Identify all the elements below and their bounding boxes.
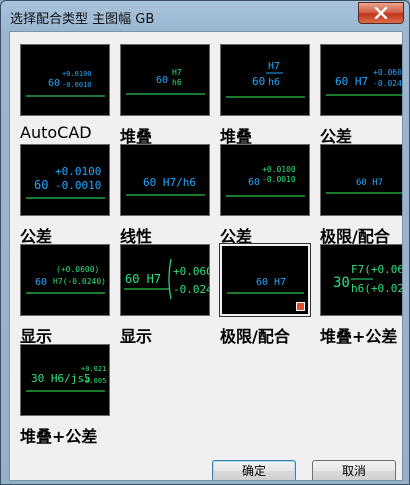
preview-main-text: 60 H7 (335, 75, 368, 88)
fit-style-preview: 60 +0.0100 -0.0010 (20, 144, 110, 216)
fit-style-option[interactable]: 60 H7 +0.0600 -0.0240 公差 (320, 44, 403, 146)
fit-style-preview: 60 H7/h6 (120, 144, 210, 216)
fit-style-option[interactable]: 60 H7 h6 堆叠 (220, 44, 320, 146)
preview-upper-text: H7 (172, 68, 182, 77)
preview-main-text: 60 (34, 178, 48, 192)
preview-main-text: 60 (252, 75, 265, 88)
close-icon (374, 7, 388, 19)
fit-style-label: 显示 (120, 327, 153, 346)
preview-upper-text: +0.0600 (173, 265, 209, 278)
preview-lower-text: -0.0010 (55, 179, 101, 192)
fit-style-option[interactable]: 60 H7 极限/配合 (219, 243, 320, 346)
preview-upper-text: +0.021 (81, 365, 106, 373)
dialog-window: 选择配合类型 主图幅 GB 60 +0.0100 -0.0010 AutoCAD (0, 0, 410, 485)
fit-style-preview: 60 (+0.0600) H7(-0.0240) (20, 244, 110, 316)
preview-upper-text: F7(+0.066) (351, 263, 403, 276)
cancel-button[interactable]: 取消 (312, 460, 396, 480)
preview-main-text: 60 H7 (256, 277, 286, 288)
fit-style-preview-selected: 60 H7 (219, 243, 311, 317)
preview-main-text: 60 (48, 78, 60, 89)
preview-lower-text: h6(+0.025) (351, 282, 403, 295)
fit-style-option[interactable]: 30 H6/js5 +0.021 -0.005 堆叠+公差 (20, 344, 120, 446)
fit-style-option[interactable]: 60 +0.0100 -0.0010 AutoCAD (20, 44, 120, 144)
fit-style-preview: 30 H6/js5 +0.021 -0.005 (20, 344, 110, 416)
fit-style-preview: 60 +0.0100 -0.0010 (220, 144, 310, 216)
preview-upper-text: +0.0100 (62, 70, 92, 78)
window-title: 选择配合类型 主图幅 GB (10, 12, 155, 27)
fit-style-preview: 60 H7 h6 (120, 44, 210, 116)
title-bar[interactable]: 选择配合类型 主图幅 GB (1, 1, 409, 31)
preview-main-text: 60 (35, 277, 47, 288)
preview-upper-text: (+0.0600) (56, 265, 99, 274)
preview-main-text: 60 (156, 75, 168, 86)
preview-lower-text: -0.0010 (262, 175, 296, 184)
fit-style-preview: 60 H7 (320, 144, 402, 216)
fit-style-option[interactable]: 60 H7 +0.0600 -0.0240 显示 (120, 244, 220, 346)
preview-upper-text: H7 (268, 61, 280, 72)
preview-lower-text: -0.0240 (373, 79, 403, 88)
preview-lower-text: -0.0010 (62, 81, 92, 89)
preview-main-text: 60 H7 (125, 272, 161, 286)
ok-button[interactable]: 确定 (212, 460, 296, 480)
fit-style-panel: 60 +0.0100 -0.0010 AutoCAD 60 H7 h6 堆叠 6… (9, 31, 403, 481)
selected-marker-icon (296, 302, 305, 311)
fit-style-label: AutoCAD (20, 123, 92, 142)
fit-style-preview: 60 H7 h6 (220, 44, 310, 116)
fit-style-option[interactable]: 60 +0.0100 -0.0010 公差 (20, 144, 120, 246)
fit-style-option[interactable]: 60 H7/h6 线性 (120, 144, 220, 246)
preview-lower-text: h6 (268, 77, 280, 88)
preview-lower-text: h6 (172, 78, 182, 87)
fit-style-option[interactable]: 30 F7(+0.066) h6(+0.025) 堆叠+公差 (320, 244, 403, 346)
preview-lower-text: -0.005 (81, 377, 106, 385)
preview-main-text: 30 (333, 275, 350, 291)
preview-lower-text: H7(-0.0240) (53, 277, 106, 286)
fit-style-label: 堆叠+公差 (320, 327, 398, 346)
fit-style-label: 极限/配合 (220, 327, 290, 346)
preview-lower-text: -0.0240 (173, 283, 209, 296)
close-button[interactable] (358, 2, 404, 24)
preview-upper-text: +0.0600 (373, 68, 403, 77)
fit-style-preview: 60 +0.0100 -0.0010 (20, 44, 110, 116)
preview-main-text: 60 H7/h6 (143, 176, 196, 189)
fit-style-grid: 60 +0.0100 -0.0010 AutoCAD 60 H7 h6 堆叠 6… (12, 34, 402, 480)
preview-upper-text: +0.0100 (262, 165, 296, 174)
fit-style-preview: 60 H7 +0.0600 -0.0240 (320, 44, 403, 116)
fit-style-option[interactable]: 60 +0.0100 -0.0010 公差 (220, 144, 320, 246)
preview-main-text: 60 H7 (356, 178, 383, 188)
fit-style-label: 堆叠+公差 (20, 427, 98, 446)
preview-main-text: 60 (248, 177, 260, 188)
fit-style-preview: 60 H7 +0.0600 -0.0240 (120, 244, 210, 316)
preview-upper-text: +0.0100 (55, 165, 101, 178)
fit-style-option[interactable]: 60 H7 h6 堆叠 (120, 44, 220, 146)
fit-style-option[interactable]: 60 H7 极限/配合 (320, 144, 402, 246)
fit-style-option[interactable]: 60 (+0.0600) H7(-0.0240) 显示 (20, 244, 120, 346)
fit-style-preview: 30 F7(+0.066) h6(+0.025) (320, 244, 403, 316)
